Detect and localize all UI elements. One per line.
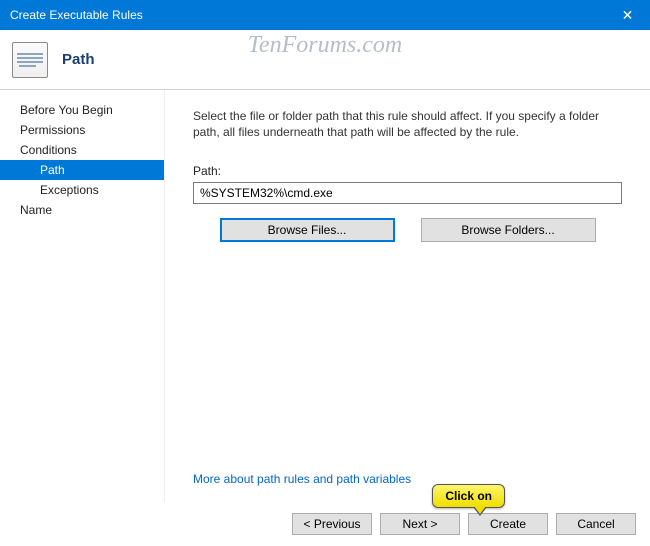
window-title: Create Executable Rules (10, 8, 143, 22)
document-icon (12, 42, 48, 78)
footer: < Previous Next > Create Cancel (0, 502, 650, 546)
browse-folders-button[interactable]: Browse Folders... (421, 218, 596, 242)
titlebar: Create Executable Rules ✕ (0, 0, 650, 30)
description-text: Select the file or folder path that this… (193, 108, 622, 140)
path-input[interactable] (193, 182, 622, 204)
sidebar-item-permissions[interactable]: Permissions (0, 120, 164, 140)
sidebar-item-path[interactable]: Path (0, 160, 164, 180)
annotation-callout: Click on (432, 484, 505, 508)
cancel-button[interactable]: Cancel (556, 513, 636, 535)
close-icon: ✕ (622, 7, 634, 24)
previous-button[interactable]: < Previous (292, 513, 372, 535)
next-button[interactable]: Next > (380, 513, 460, 535)
browse-files-button[interactable]: Browse Files... (220, 218, 395, 242)
page-title: Path (62, 51, 95, 68)
path-label: Path: (193, 164, 622, 178)
wizard-sidebar: Before You Begin Permissions Conditions … (0, 90, 165, 502)
help-link[interactable]: More about path rules and path variables (193, 452, 622, 492)
sidebar-item-name[interactable]: Name (0, 200, 164, 220)
sidebar-item-conditions[interactable]: Conditions (0, 140, 164, 160)
close-button[interactable]: ✕ (605, 0, 650, 30)
create-button[interactable]: Create (468, 513, 548, 535)
header-band: Path (0, 30, 650, 90)
main-panel: Select the file or folder path that this… (165, 90, 650, 502)
sidebar-item-exceptions[interactable]: Exceptions (0, 180, 164, 200)
sidebar-item-before-you-begin[interactable]: Before You Begin (0, 100, 164, 120)
